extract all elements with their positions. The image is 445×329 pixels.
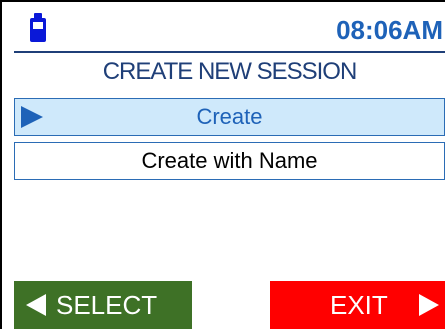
exit-label: EXIT [330, 290, 388, 320]
select-label: SELECT [56, 290, 158, 320]
status-bar: 08:06AM [2, 2, 445, 52]
menu-item-label: Create [196, 104, 263, 129]
menu-item-create[interactable]: Create [14, 98, 445, 136]
left-arrow-icon [26, 294, 46, 316]
header-divider [14, 51, 445, 53]
select-softkey-button[interactable]: SELECT [14, 281, 192, 329]
battery-cap [34, 13, 42, 18]
battery-level-gap [33, 22, 43, 29]
menu-item-label: Create with Name [141, 148, 318, 173]
clock-time: 08:06AM [336, 15, 443, 45]
right-arrow-icon [419, 294, 439, 316]
menu-item-create-with-name[interactable]: Create with Name [14, 142, 445, 180]
exit-softkey-button[interactable]: EXIT [270, 281, 445, 329]
battery-icon [30, 13, 46, 42]
page-title: CREATE NEW SESSION [102, 58, 358, 85]
selection-arrow-icon [21, 106, 43, 128]
